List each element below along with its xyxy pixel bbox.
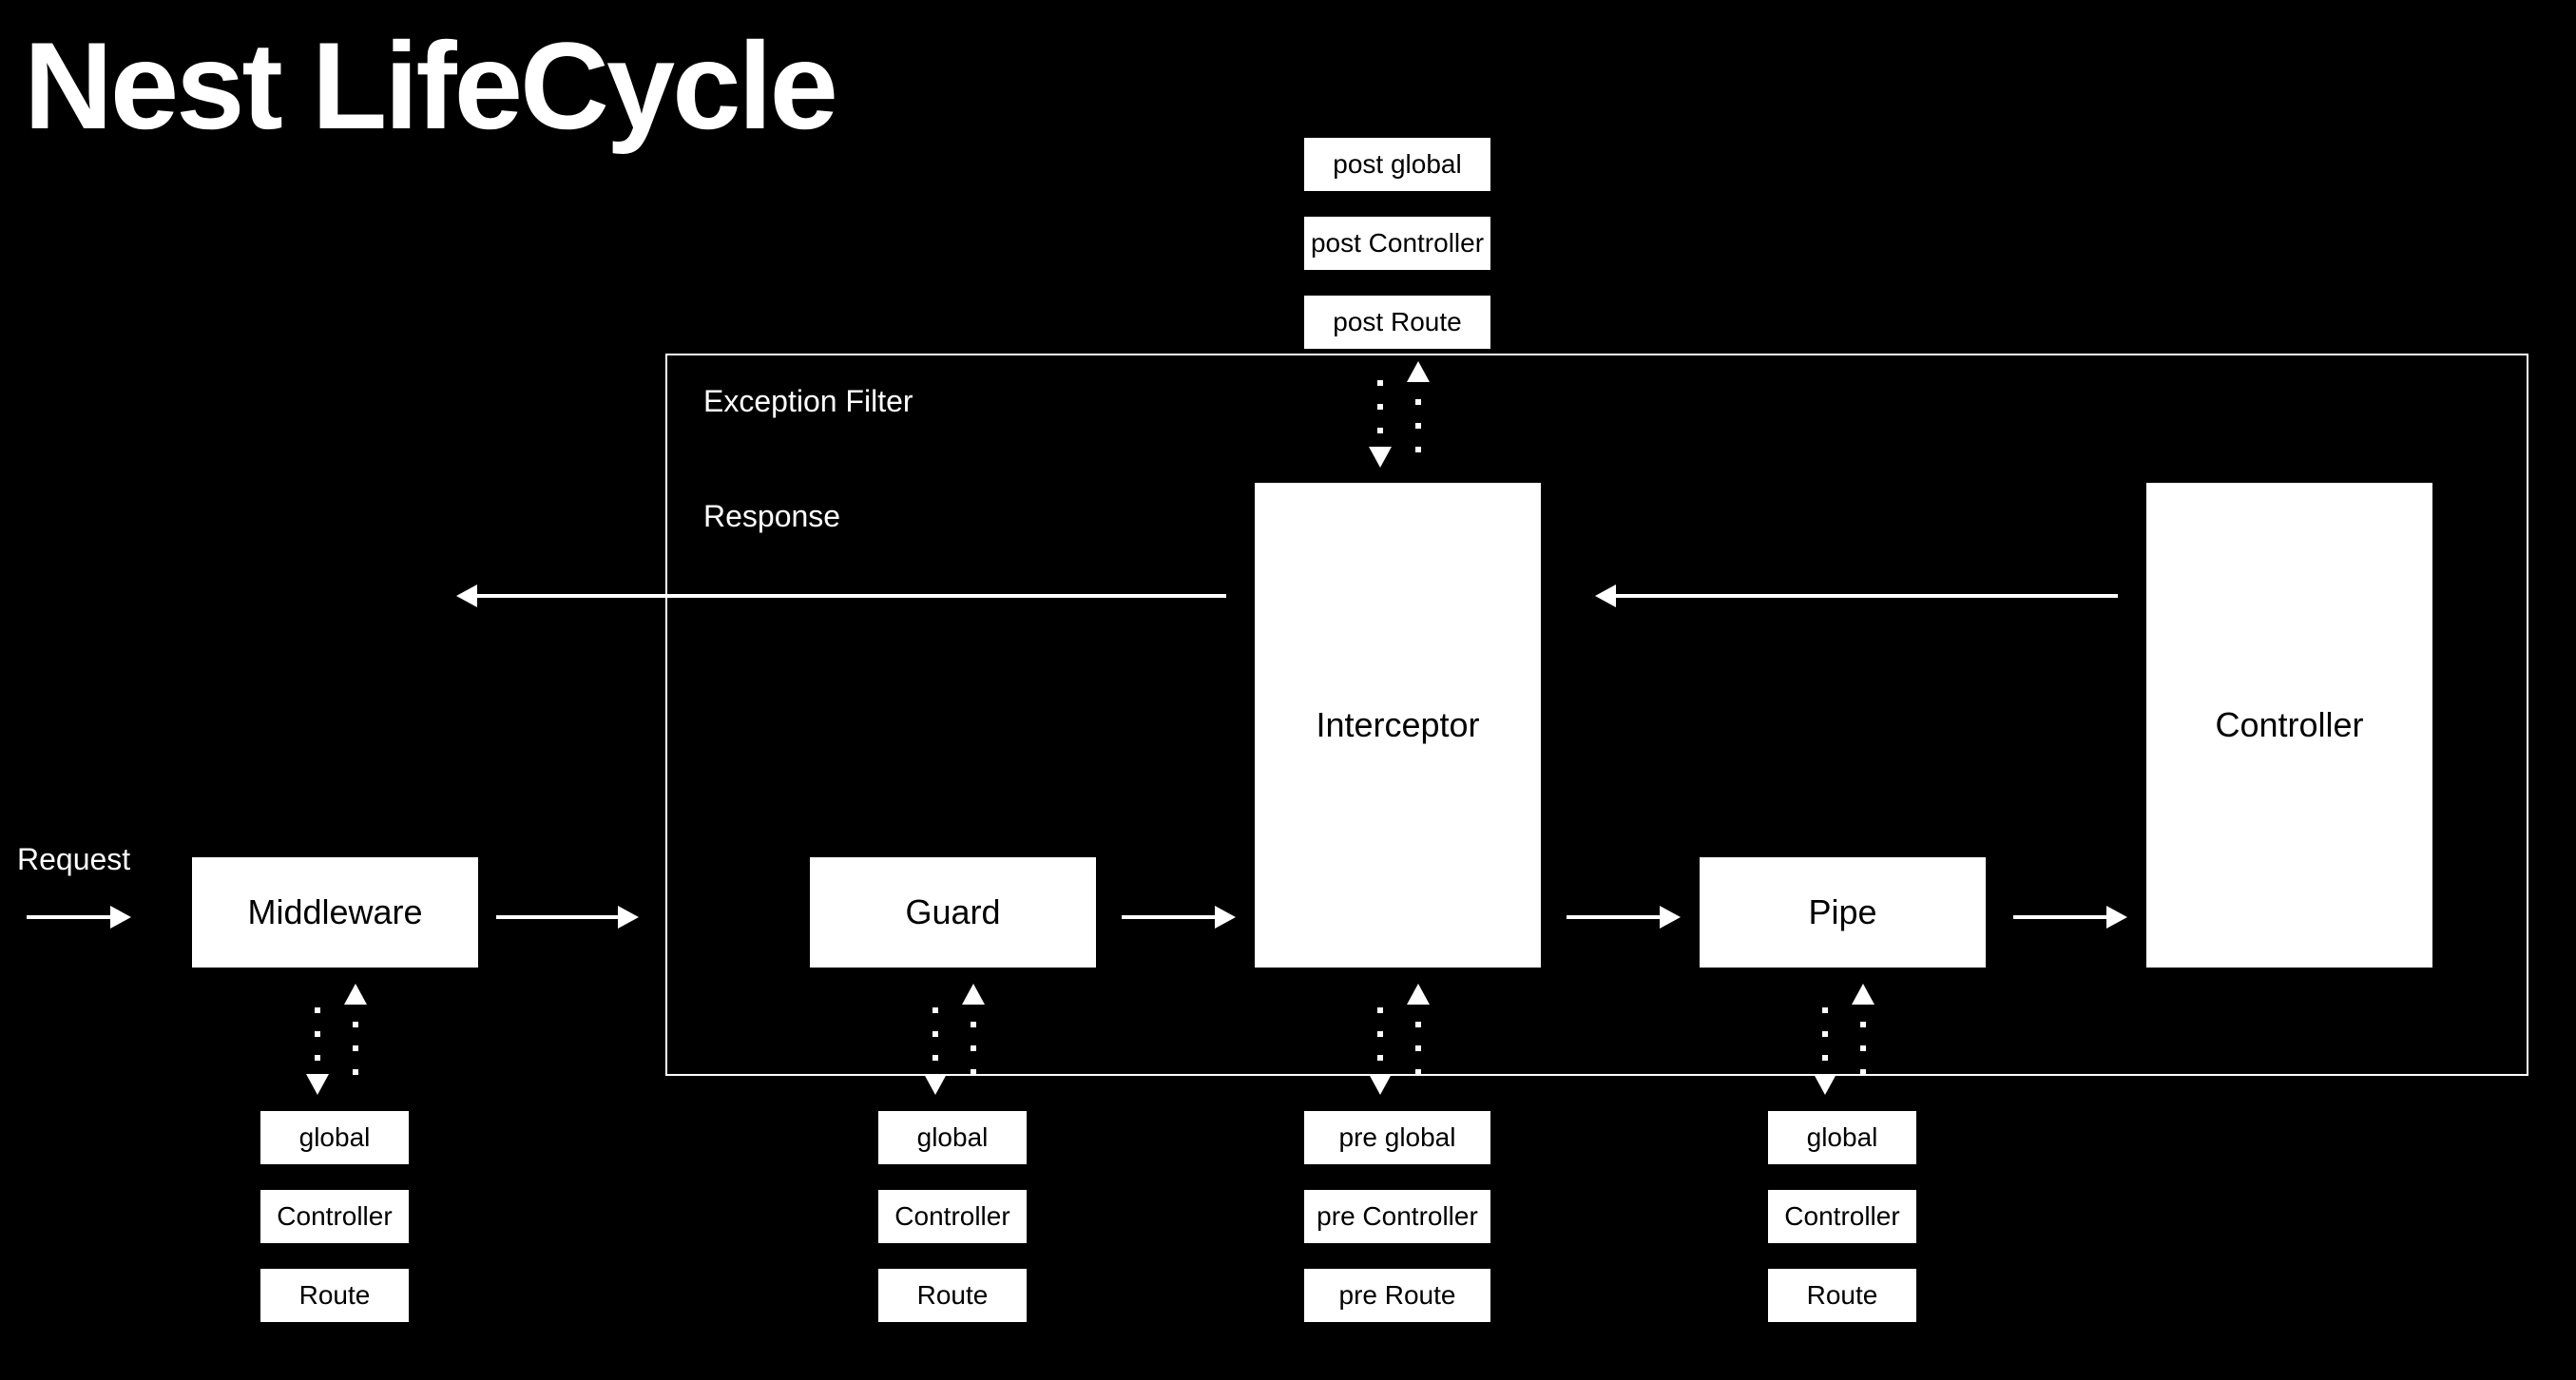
- middleware-box: Middleware: [190, 855, 480, 969]
- middleware-scope-global: global: [259, 1109, 411, 1166]
- guard-scope-route: Route: [876, 1267, 1028, 1324]
- arrow-icon: [456, 585, 477, 607]
- middleware-scope-controller: Controller: [259, 1188, 411, 1245]
- guard-box: Guard: [808, 855, 1098, 969]
- interceptor-pre-controller: pre Controller: [1302, 1188, 1492, 1245]
- pipe-scope-controller: Controller: [1766, 1188, 1918, 1245]
- interceptor-pre-global: pre global: [1302, 1109, 1492, 1166]
- arrow-down-icon: [1369, 447, 1392, 468]
- arrow-icon: [2106, 906, 2127, 929]
- middleware-scope-route: Route: [259, 1267, 411, 1324]
- interceptor-post-global: post global: [1302, 136, 1492, 193]
- exception-filter-label: Exception Filter: [703, 384, 913, 419]
- arrow-down-icon: [306, 1074, 329, 1095]
- interceptor-post-controller: post Controller: [1302, 215, 1492, 272]
- arrow-down-icon: [924, 1074, 947, 1095]
- request-label: Request: [17, 842, 130, 877]
- arrow-down-icon: [1369, 1074, 1392, 1095]
- pipe-scope-route: Route: [1766, 1267, 1918, 1324]
- arrow-down-icon: [1814, 1074, 1836, 1095]
- guard-scope-global: global: [876, 1109, 1028, 1166]
- arrow-icon: [1215, 906, 1236, 929]
- arrow-icon: [618, 906, 639, 929]
- arrow-up-icon: [1852, 984, 1874, 1005]
- diagram-canvas: Exception Filter Response Request Middle…: [0, 0, 2576, 1380]
- arrow-icon: [1595, 585, 1616, 607]
- interceptor-pre-route: pre Route: [1302, 1267, 1492, 1324]
- arrow-up-icon: [344, 984, 367, 1005]
- pipe-scope-global: global: [1766, 1109, 1918, 1166]
- arrow-up-icon: [1407, 361, 1430, 382]
- arrow-up-icon: [962, 984, 985, 1005]
- guard-scope-controller: Controller: [876, 1188, 1028, 1245]
- pipe-box: Pipe: [1698, 855, 1988, 969]
- controller-box: Controller: [2144, 481, 2434, 969]
- interceptor-post-route: post Route: [1302, 294, 1492, 351]
- arrow-up-icon: [1407, 984, 1430, 1005]
- arrow-icon: [110, 906, 131, 929]
- interceptor-box: Interceptor: [1253, 481, 1543, 969]
- arrow-icon: [1660, 906, 1681, 929]
- response-label: Response: [703, 499, 840, 534]
